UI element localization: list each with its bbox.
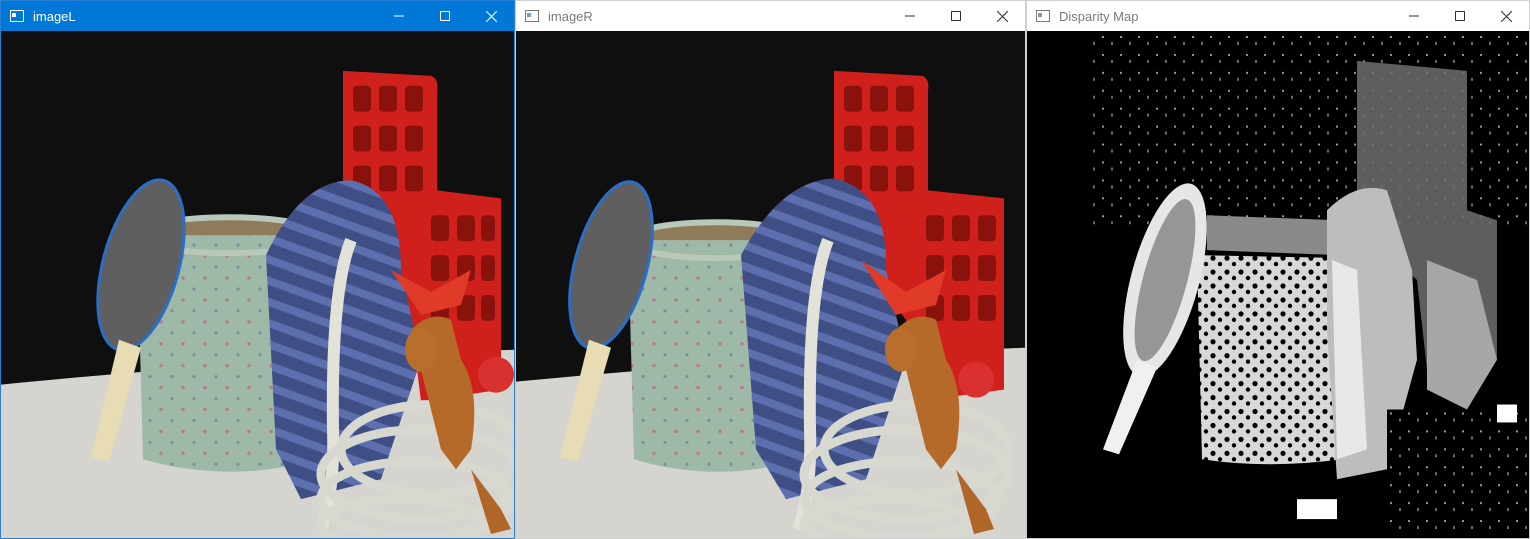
- maximize-icon: [1455, 11, 1465, 21]
- image-canvas-left[interactable]: [1, 31, 514, 538]
- window-app-icon[interactable]: [9, 8, 25, 24]
- minimize-button[interactable]: [887, 1, 933, 31]
- right-stereo-photo: [516, 31, 1025, 538]
- close-icon: [485, 10, 497, 22]
- minimize-icon: [905, 15, 915, 17]
- close-icon: [1500, 10, 1512, 22]
- maximize-icon: [440, 11, 450, 21]
- maximize-button[interactable]: [933, 1, 979, 31]
- window-title: imageR: [548, 8, 593, 24]
- close-icon: [996, 10, 1008, 22]
- grayscale-disparity-image: [1027, 31, 1529, 538]
- titlebar[interactable]: imageR: [516, 1, 1025, 31]
- minimize-icon: [394, 15, 404, 17]
- titlebar[interactable]: imageL: [1, 1, 514, 31]
- titlebar[interactable]: Disparity Map: [1027, 1, 1529, 31]
- maximize-icon: [951, 11, 961, 21]
- window-image-left[interactable]: imageL: [0, 0, 515, 539]
- window-disparity-map[interactable]: Disparity Map: [1026, 0, 1530, 539]
- maximize-button[interactable]: [422, 1, 468, 31]
- image-canvas-disparity[interactable]: [1027, 31, 1529, 538]
- image-canvas-right[interactable]: [516, 31, 1025, 538]
- window-title: imageL: [33, 8, 76, 24]
- minimize-button[interactable]: [376, 1, 422, 31]
- close-button[interactable]: [468, 1, 514, 31]
- close-button[interactable]: [1483, 1, 1529, 31]
- close-button[interactable]: [979, 1, 1025, 31]
- window-title: Disparity Map: [1059, 8, 1139, 24]
- left-stereo-photo: [1, 31, 514, 538]
- window-app-icon[interactable]: [524, 8, 540, 24]
- minimize-icon: [1409, 15, 1419, 17]
- window-image-right[interactable]: imageR: [515, 0, 1026, 539]
- minimize-button[interactable]: [1391, 1, 1437, 31]
- maximize-button[interactable]: [1437, 1, 1483, 31]
- window-app-icon[interactable]: [1035, 8, 1051, 24]
